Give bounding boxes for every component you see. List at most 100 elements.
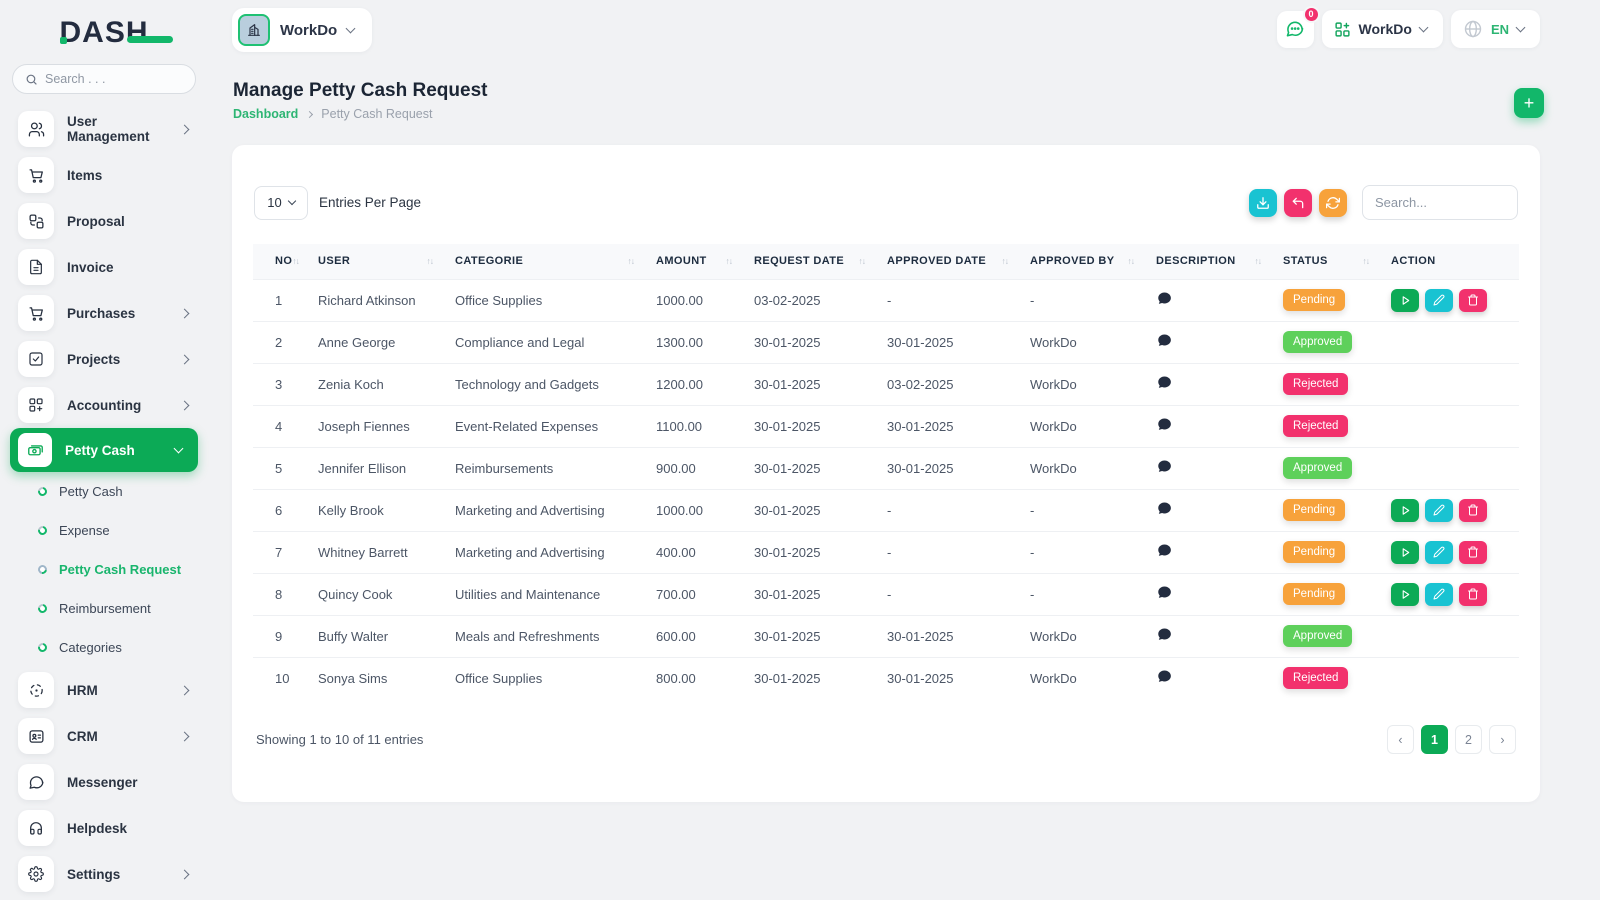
sort-icon[interactable]: ↑↓ <box>628 256 635 266</box>
description-bubble-icon[interactable] <box>1156 458 1173 475</box>
sidebar-subitem-reimbursement[interactable]: Reimbursement <box>0 589 208 628</box>
sidebar-subitem-label: Reimbursement <box>59 601 151 616</box>
description-bubble-icon[interactable] <box>1156 542 1173 559</box>
delete-action-button[interactable] <box>1459 583 1487 606</box>
cell-categorie: Reimbursements <box>455 447 656 489</box>
cell-request-date: 30-01-2025 <box>754 489 887 531</box>
cell-amount: 1300.00 <box>656 321 754 363</box>
cell-description <box>1156 363 1283 405</box>
approve-action-button[interactable] <box>1391 289 1419 312</box>
cell-request-date: 30-01-2025 <box>754 363 887 405</box>
chevron-down-icon <box>1516 23 1526 33</box>
cell-categorie: Office Supplies <box>455 657 656 699</box>
description-bubble-icon[interactable] <box>1156 416 1173 433</box>
sidebar-item-label: Items <box>67 168 192 183</box>
sidebar-search[interactable] <box>12 64 196 94</box>
workspace-switcher[interactable]: WorkDo <box>232 8 372 52</box>
sort-icon[interactable]: ↑↓ <box>859 256 866 266</box>
cell-no: 7 <box>253 531 318 573</box>
description-bubble-icon[interactable] <box>1156 332 1173 349</box>
cell-action <box>1391 405 1519 447</box>
cell-status: Pending <box>1283 489 1391 531</box>
chevron-right-icon <box>180 124 190 134</box>
cell-no: 6 <box>253 489 318 531</box>
trash-icon <box>1467 504 1479 516</box>
delete-action-button[interactable] <box>1459 289 1487 312</box>
sidebar-subitem-expense[interactable]: Expense <box>0 511 208 550</box>
sort-icon[interactable]: ↑↓ <box>726 256 733 266</box>
edit-action-button[interactable] <box>1425 289 1453 312</box>
status-badge: Pending <box>1283 583 1345 605</box>
description-bubble-icon[interactable] <box>1156 626 1173 643</box>
add-request-button[interactable]: + <box>1514 88 1544 118</box>
cell-approved-by: WorkDo <box>1030 363 1156 405</box>
column-header-no: NO↑↓ <box>253 244 318 279</box>
sidebar-item-accounting[interactable]: Accounting <box>0 382 208 428</box>
sidebar-item-proposal[interactable]: Proposal <box>0 198 208 244</box>
description-bubble-icon[interactable] <box>1156 584 1173 601</box>
sidebar-item-purchases[interactable]: Purchases <box>0 290 208 336</box>
sort-icon[interactable]: ↑↓ <box>1002 256 1009 266</box>
workspace-dropdown[interactable]: WorkDo <box>1322 10 1443 48</box>
sort-icon[interactable]: ↑↓ <box>1363 256 1370 266</box>
sidebar-item-crm[interactable]: CRM <box>0 713 208 759</box>
cart-icon <box>18 295 54 331</box>
refresh-button[interactable] <box>1319 189 1347 217</box>
messages-button[interactable]: 0 <box>1277 11 1314 48</box>
description-bubble-icon[interactable] <box>1156 290 1173 307</box>
sidebar-item-hrm[interactable]: HRM <box>0 667 208 713</box>
pagination-next-button[interactable]: › <box>1489 725 1516 754</box>
reset-button[interactable] <box>1284 189 1312 217</box>
sidebar-item-helpdesk[interactable]: Helpdesk <box>0 805 208 851</box>
sort-icon[interactable]: ↑↓ <box>1128 256 1135 266</box>
sidebar-item-items[interactable]: Items <box>0 152 208 198</box>
pagination-page-2[interactable]: 2 <box>1455 725 1482 754</box>
breadcrumb-dashboard-link[interactable]: Dashboard <box>233 107 298 121</box>
cell-approved-date: 30-01-2025 <box>887 321 1030 363</box>
sidebar-item-projects[interactable]: Projects <box>0 336 208 382</box>
sidebar-search-input[interactable] <box>45 72 175 86</box>
cell-action <box>1391 279 1519 321</box>
trash-icon <box>1467 588 1479 600</box>
edit-action-button[interactable] <box>1425 583 1453 606</box>
description-bubble-icon[interactable] <box>1156 500 1173 517</box>
pagination-prev-button[interactable]: ‹ <box>1387 725 1414 754</box>
cell-approved-date: 30-01-2025 <box>887 447 1030 489</box>
approve-action-button[interactable] <box>1391 499 1419 522</box>
cell-approved-by: WorkDo <box>1030 615 1156 657</box>
sidebar-item-messenger[interactable]: Messenger <box>0 759 208 805</box>
description-bubble-icon[interactable] <box>1156 374 1173 391</box>
sort-icon[interactable]: ↑↓ <box>292 256 299 266</box>
sidebar-item-invoice[interactable]: Invoice <box>0 244 208 290</box>
approve-action-button[interactable] <box>1391 583 1419 606</box>
table-search-input[interactable] <box>1362 185 1518 220</box>
pagination-page-1[interactable]: 1 <box>1421 725 1448 754</box>
cell-approved-by: WorkDo <box>1030 321 1156 363</box>
language-dropdown[interactable]: EN <box>1451 10 1540 48</box>
sidebar-subitem-petty-cash-request[interactable]: Petty Cash Request <box>0 550 208 589</box>
delete-action-button[interactable] <box>1459 541 1487 564</box>
edit-action-button[interactable] <box>1425 541 1453 564</box>
sidebar-subitem-categories[interactable]: Categories <box>0 628 208 667</box>
sidebar-item-settings[interactable]: Settings <box>0 851 208 897</box>
column-header-status: STATUS↑↓ <box>1283 244 1391 279</box>
approve-action-button[interactable] <box>1391 541 1419 564</box>
cell-status: Rejected <box>1283 405 1391 447</box>
sidebar-subitem-label: Petty Cash <box>59 484 123 499</box>
export-button[interactable] <box>1249 189 1277 217</box>
sidebar-item-label: Projects <box>67 352 168 367</box>
sort-icon[interactable]: ↑↓ <box>1255 256 1262 266</box>
edit-action-button[interactable] <box>1425 499 1453 522</box>
sort-icon[interactable]: ↑↓ <box>427 256 434 266</box>
sidebar-subitem-petty-cash[interactable]: Petty Cash <box>0 472 208 511</box>
entries-per-page-select[interactable]: 10 <box>254 186 308 220</box>
cell-description <box>1156 489 1283 531</box>
search-icon <box>25 73 38 86</box>
column-header-categorie: CATEGORIE↑↓ <box>455 244 656 279</box>
delete-action-button[interactable] <box>1459 499 1487 522</box>
status-badge: Rejected <box>1283 667 1348 689</box>
description-bubble-icon[interactable] <box>1156 668 1173 685</box>
sidebar-item-user-management[interactable]: User Management <box>0 106 208 152</box>
workspace-name: WorkDo <box>1359 21 1412 37</box>
sidebar-item-petty-cash[interactable]: Petty Cash <box>10 428 198 472</box>
